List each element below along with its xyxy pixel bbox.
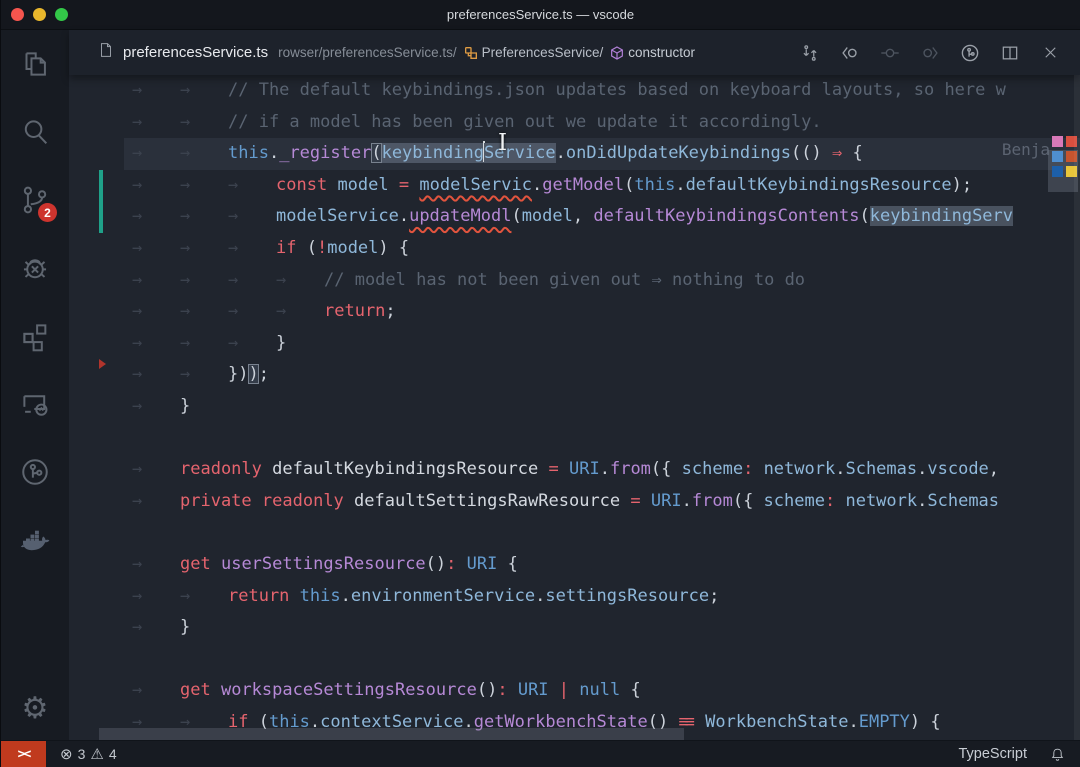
error-count: 3 (78, 746, 86, 762)
search-icon[interactable] (1, 98, 69, 166)
code-line[interactable]: →} (69, 391, 1080, 423)
editor-area: preferencesService.ts rowser/preferences… (69, 30, 1080, 740)
modified-gutter-indicator (99, 201, 103, 233)
code-line[interactable]: →→→} (69, 328, 1080, 360)
navigate-forward-icon[interactable] (910, 36, 950, 70)
symbol-class-icon (463, 45, 479, 61)
zoom-window-button[interactable] (55, 8, 68, 21)
error-icon: ⊗ (60, 745, 73, 763)
modified-gutter-indicator (99, 170, 103, 202)
code-line[interactable]: →readonly defaultKeybindingsResource = U… (69, 454, 1080, 486)
breadcrumb-member[interactable]: constructor (628, 45, 695, 60)
debug-icon[interactable] (1, 234, 69, 302)
code-line[interactable] (69, 423, 1080, 455)
notifications-bell-icon[interactable] (1049, 746, 1066, 763)
code-editor[interactable]: →→// The default keybindings.json update… (69, 75, 1080, 740)
timeline-icon[interactable] (950, 36, 990, 70)
settings-gear-icon[interactable]: ⚙ (1, 678, 69, 740)
extensions-icon[interactable] (1, 302, 69, 370)
language-mode[interactable]: TypeScript (959, 746, 1028, 762)
close-editor-icon[interactable] (1030, 36, 1070, 70)
code-line[interactable]: →→→→// model has not been given out ⇒ no… (69, 265, 1080, 297)
code-line[interactable]: →→return this.environmentService.setting… (69, 581, 1080, 613)
code-line[interactable]: →→// if a model has been given out we up… (69, 107, 1080, 139)
code-line[interactable]: →get userSettingsResource(): URI { (69, 549, 1080, 581)
close-window-button[interactable] (11, 8, 24, 21)
code-line[interactable]: →} (69, 612, 1080, 644)
navigate-back-icon[interactable] (830, 36, 870, 70)
warning-count: 4 (109, 746, 117, 762)
status-bar: >< ⊗ 3 ⚠ 4 TypeScript (1, 740, 1080, 767)
current-position-icon[interactable] (870, 36, 910, 70)
docker-icon[interactable] (1, 506, 69, 574)
git-history-icon[interactable] (1, 438, 69, 506)
code-line[interactable]: →private readonly defaultSettingsRawReso… (69, 486, 1080, 518)
code-line[interactable]: →→this._register(keybindingService.onDid… (69, 138, 1080, 170)
code-line[interactable] (69, 644, 1080, 676)
collaborator-name-label: Benja (1002, 140, 1050, 159)
code-line[interactable]: →→// The default keybindings.json update… (69, 75, 1080, 107)
code-line[interactable]: →get workspaceSettingsResource(): URI | … (69, 675, 1080, 707)
file-icon (97, 41, 115, 64)
titlebar: preferencesService.ts — vscode (1, 0, 1080, 30)
breadcrumb-path[interactable]: rowser/preferencesService.ts/ (278, 45, 457, 60)
activity-bar: 2 (1, 30, 69, 740)
code-line[interactable]: →→→const model = modelServic.getModel(th… (69, 170, 1080, 202)
code-line[interactable]: →→→if (!model) { (69, 233, 1080, 265)
remote-indicator[interactable]: >< (1, 741, 46, 767)
minimize-window-button[interactable] (33, 8, 46, 21)
warning-icon: ⚠ (90, 745, 103, 763)
traffic-lights (11, 8, 68, 21)
tab-bar: preferencesService.ts rowser/preferences… (69, 30, 1080, 75)
vertical-scrollbar[interactable] (1074, 75, 1080, 740)
symbol-constructor-icon (609, 45, 625, 61)
vscode-window: preferencesService.ts — vscode (0, 0, 1080, 767)
problems-status[interactable]: ⊗ 3 ⚠ 4 (60, 745, 117, 763)
breadcrumb-class[interactable]: PreferencesService/ (482, 45, 604, 60)
horizontal-scrollbar[interactable] (99, 728, 684, 740)
tab-filename[interactable]: preferencesService.ts (123, 44, 268, 61)
source-control-icon[interactable]: 2 (1, 166, 69, 234)
window-title: preferencesService.ts — vscode (1, 7, 1080, 22)
code-line[interactable] (69, 517, 1080, 549)
remote-explorer-icon[interactable] (1, 370, 69, 438)
code-line[interactable]: →→})); (69, 359, 1080, 391)
code-line[interactable]: →→→→return; (69, 296, 1080, 328)
fold-marker-gutter-indicator (99, 359, 106, 369)
open-changes-icon[interactable] (790, 36, 830, 70)
code-line[interactable]: →→→modelService.updateModl(model, defaul… (69, 201, 1080, 233)
source-control-badge: 2 (38, 203, 57, 222)
explorer-icon[interactable] (1, 30, 69, 98)
split-editor-icon[interactable] (990, 36, 1030, 70)
